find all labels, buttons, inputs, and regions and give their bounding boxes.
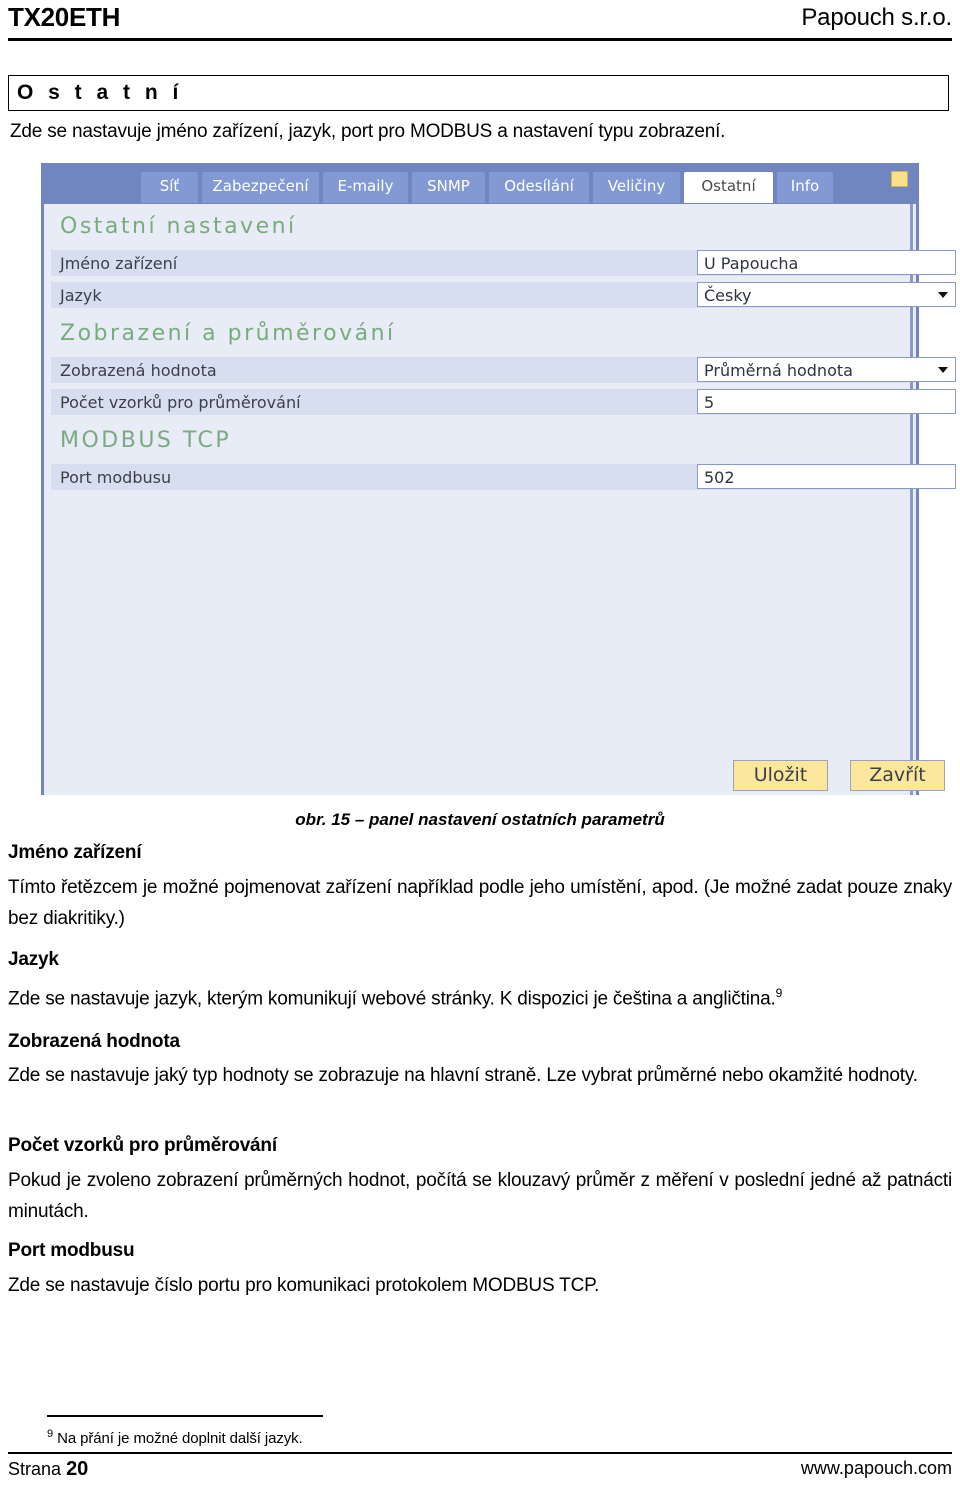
chevron-down-icon bbox=[938, 367, 948, 373]
footnote-rule bbox=[47, 1415, 323, 1417]
save-button[interactable]: Uložit bbox=[733, 760, 828, 791]
settings-panel-screenshot: Síť Zabezpečení E-maily SNMP Odesílání V… bbox=[41, 163, 956, 795]
page-label: Strana bbox=[8, 1459, 62, 1479]
group-heading-zobrazeni: Zobrazení a průměrování bbox=[60, 321, 396, 346]
tab-sit[interactable]: Síť bbox=[141, 172, 198, 203]
footnote-text: Na přání je možné doplnit další jazyk. bbox=[57, 1430, 303, 1447]
tab-veliciny[interactable]: Veličiny bbox=[593, 172, 680, 203]
footnote-ref-9: 9 bbox=[775, 986, 783, 1000]
tab-zabezpeceni[interactable]: Zabezpečení bbox=[202, 172, 319, 203]
select-zobrazena-hodnota[interactable]: Průměrná hodnota bbox=[697, 357, 956, 382]
heading-jazyk: Jazyk bbox=[8, 949, 59, 970]
heading-pocet-vzorku: Počet vzorků pro průměrování bbox=[8, 1135, 277, 1156]
text-port-modbusu: Zde se nastavuje číslo portu pro komunik… bbox=[8, 1275, 600, 1296]
header-rule bbox=[8, 38, 952, 41]
figure-caption: obr. 15 – panel nastavení ostatních para… bbox=[295, 810, 665, 829]
tab-info[interactable]: Info bbox=[777, 172, 833, 203]
close-button[interactable]: Zavřít bbox=[850, 760, 945, 791]
company-name: Papouch s.r.o. bbox=[801, 4, 952, 31]
value-jmeno-zarizeni: U Papoucha bbox=[704, 254, 799, 273]
page-header: TX20ETH Papouch s.r.o. bbox=[8, 2, 952, 48]
text-jazyk-body: Zde se nastavuje jazyk, kterým komunikuj… bbox=[8, 988, 776, 1010]
input-port-modbusu[interactable]: 502 bbox=[697, 464, 956, 489]
text-zobrazena-hodnota: Zde se nastavuje jaký typ hodnoty se zob… bbox=[8, 1065, 918, 1086]
label-pocet-vzorku: Počet vzorků pro průměrování bbox=[60, 393, 301, 412]
footnote-marker: 9 bbox=[47, 1428, 54, 1440]
label-zobrazena-hodnota: Zobrazená hodnota bbox=[60, 361, 217, 380]
text-pocet-vzorku: Pokud je zvoleno zobrazení průměrných ho… bbox=[8, 1170, 952, 1222]
status-marker-icon bbox=[891, 171, 908, 187]
page-indicator: Strana 20 bbox=[8, 1458, 88, 1481]
section-intro: Zde se nastavuje jméno zařízení, jazyk, … bbox=[10, 121, 726, 142]
footer-website: www.papouch.com bbox=[800, 1458, 952, 1478]
product-name: TX20ETH bbox=[8, 2, 121, 32]
settings-form: Ostatní nastavení Jméno zařízení U Papou… bbox=[44, 204, 956, 795]
footnote: 9 Na přání je možné doplnit další jazyk. bbox=[47, 1428, 303, 1447]
value-pocet-vzorku: 5 bbox=[704, 393, 715, 412]
heading-jmeno-zarizeni: Jméno zařízení bbox=[8, 842, 142, 863]
chevron-down-icon bbox=[938, 292, 948, 298]
page-number: 20 bbox=[66, 1458, 89, 1480]
value-zobrazena-hodnota: Průměrná hodnota bbox=[704, 361, 853, 380]
group-heading-modbus: MODBUS TCP bbox=[60, 428, 232, 453]
select-jazyk[interactable]: Česky bbox=[697, 282, 956, 307]
tab-ostatni[interactable]: Ostatní bbox=[684, 172, 773, 203]
label-jmeno-zarizeni: Jméno zařízení bbox=[60, 254, 178, 273]
tab-odesilani[interactable]: Odesílání bbox=[489, 172, 589, 203]
label-port-modbusu: Port modbusu bbox=[60, 468, 172, 487]
input-pocet-vzorku[interactable]: 5 bbox=[697, 389, 956, 414]
heading-port-modbusu: Port modbusu bbox=[8, 1240, 135, 1261]
section-title-box: O s t a t n í bbox=[8, 75, 949, 111]
value-port-modbusu: 502 bbox=[704, 468, 735, 487]
tab-snmp[interactable]: SNMP bbox=[412, 172, 485, 203]
text-jazyk: Zde se nastavuje jazyk, kterým komunikuj… bbox=[8, 978, 952, 1014]
value-jazyk: Česky bbox=[704, 286, 752, 305]
heading-zobrazena-hodnota: Zobrazená hodnota bbox=[8, 1031, 180, 1052]
footer-rule bbox=[8, 1452, 952, 1454]
label-jazyk: Jazyk bbox=[60, 286, 102, 305]
tab-bar: Síť Zabezpečení E-maily SNMP Odesílání V… bbox=[44, 166, 916, 204]
input-jmeno-zarizeni[interactable]: U Papoucha bbox=[697, 250, 956, 275]
section-title: O s t a t n í bbox=[17, 81, 183, 104]
text-jmeno-zarizeni: Tímto řetězcem je možné pojmenovat zaříz… bbox=[8, 877, 952, 929]
tab-emaily[interactable]: E-maily bbox=[323, 172, 408, 203]
group-heading-ostatni: Ostatní nastavení bbox=[60, 214, 297, 239]
